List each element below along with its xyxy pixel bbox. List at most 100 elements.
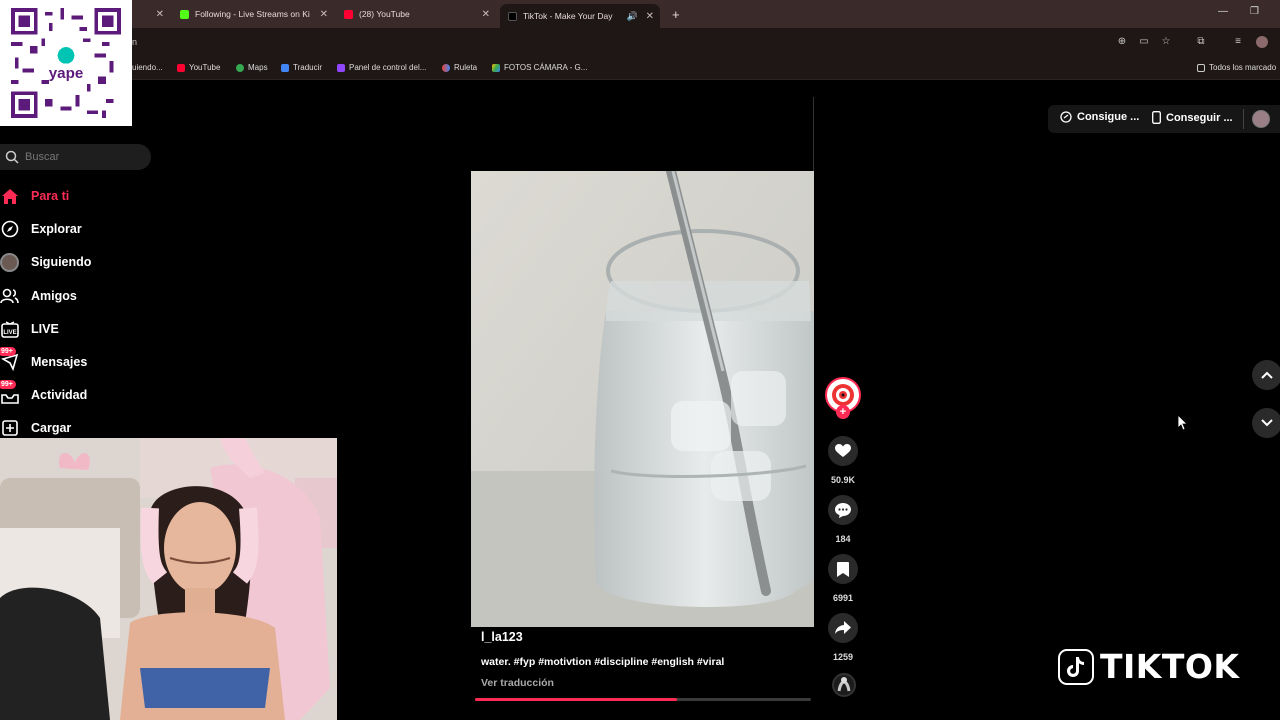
chevron-down-icon [1261,419,1273,427]
bookmark-all[interactable]: Todos los marcado [1197,63,1276,72]
profile-avatar[interactable] [1256,36,1268,48]
close-tab-icon[interactable]: ✕ [320,9,328,20]
bookmark-label: Panel de control del... [349,63,427,72]
speaker-icon[interactable]: 🔊 [627,11,638,22]
sidebar-item-label: Mensajes [31,355,88,369]
bookmark-ruleta[interactable]: Ruleta [442,63,477,72]
sidebar-item-para-ti[interactable]: Para ti [0,185,69,207]
get-app-button[interactable]: Conseguir ... [1152,111,1233,124]
qr-code-icon: yape [11,8,121,118]
get-coins-label: Consigue ... [1077,111,1140,123]
activity-count-badge: 99+ [0,379,16,389]
phone-icon [1152,111,1161,124]
share-count: 1259 [832,652,854,662]
restore-icon[interactable]: ❐ [1250,6,1259,17]
streamer-webcam [0,438,337,720]
kick-favicon-icon [180,9,189,19]
inbox-icon: 99+ [0,379,19,405]
media-controls-icon[interactable]: ≡ [1232,36,1244,48]
twitch-icon [337,63,345,72]
minimize-icon[interactable]: — [1218,6,1228,17]
youtube-icon [177,63,185,72]
tab-youtube[interactable]: (28) YouTube ✕ [336,3,496,25]
next-video-button[interactable] [1252,408,1280,438]
sidebar-item-amigos[interactable]: Amigos [0,285,77,307]
sidebar-item-siguiendo[interactable]: Siguiendo [0,251,91,273]
extensions-icon[interactable]: ⧉ [1195,36,1207,48]
sidebar-item-live[interactable]: LIVE LIVE [0,318,59,340]
comment-button[interactable] [828,495,858,525]
get-coins-button[interactable]: Consigue ... [1060,111,1139,123]
video-progress-bar[interactable] [475,698,811,701]
previous-video-button[interactable] [1252,360,1280,390]
bookmark-icon [837,561,849,577]
video-caption: water. #fyp #motivtion #discipline #engl… [481,656,725,668]
user-avatar[interactable] [1252,110,1270,128]
coin-icon [1060,111,1072,123]
bookmark-translate[interactable]: Traducir [281,63,322,72]
bookmark-maps[interactable]: Maps [236,63,268,72]
new-tab-button[interactable]: + [664,3,684,25]
sidebar-item-label: Siguiendo [31,255,92,269]
bookmark-item[interactable]: uiendo... [132,63,163,72]
search-input[interactable] [25,151,135,163]
message-count-badge: 99+ [0,346,16,356]
like-button[interactable] [828,436,858,466]
video-author[interactable]: l_la123 [481,630,523,644]
tiktok-favicon-icon [508,11,517,21]
folder-icon [1197,63,1205,72]
video-frame-image [471,171,814,627]
music-disc-icon[interactable] [832,671,856,699]
video-progress-fill [475,698,677,701]
divider [1243,109,1244,129]
sidebar-item-label: LIVE [31,322,59,336]
bookmark-drive[interactable]: FOTOS CÁMARA - G... [492,63,587,72]
tiktok-logo-icon [1058,648,1094,685]
bookmark-star-icon[interactable]: ☆ [1160,36,1172,48]
follow-plus-icon[interactable]: + [836,405,850,419]
sidebar-item-label: Actividad [31,388,88,402]
bookmark-label: Todos los marcado [1209,63,1277,72]
bookmark-panel[interactable]: Panel de control del... [337,63,426,72]
zoom-icon[interactable]: ⊕ [1116,36,1128,48]
search-bar[interactable] [0,144,151,170]
address-bar[interactable]: n [0,28,1280,58]
get-app-label: Conseguir ... [1166,111,1233,124]
translate-link[interactable]: Ver traducción [481,677,554,689]
bookmark-label: uiendo... [132,63,163,72]
tab-label: TikTok - Make Your Day [523,11,613,21]
like-count: 50.9K [830,475,856,485]
tab-kick[interactable]: Following - Live Streams on Ki ✕ [172,3,334,25]
search-icon [5,150,19,164]
youtube-favicon-icon [344,9,353,19]
video-player[interactable] [471,171,814,627]
sidebar-item-mensajes[interactable]: 99+ Mensajes [0,346,88,373]
cast-icon[interactable]: ▭ [1138,36,1150,48]
svg-text:LIVE: LIVE [3,330,16,336]
bookmark-youtube[interactable]: YouTube [177,63,220,72]
video-info: l_la123 water. #fyp #motivtion #discipli… [471,627,814,702]
url-text: n [132,37,138,47]
close-tab-icon[interactable]: ✕ [156,9,164,20]
webcam-feed-image [0,438,337,720]
live-icon: LIVE [0,320,19,339]
tab-label: Following - Live Streams on Ki [195,9,310,19]
sidebar-item-cargar[interactable]: Cargar [0,417,71,439]
close-tab-icon[interactable]: ✕ [646,11,654,22]
target-avatar-icon [832,384,854,406]
save-button[interactable] [828,554,858,584]
comment-icon [835,502,851,518]
friends-icon [0,287,19,306]
heart-icon [835,444,851,457]
tab-tiktok[interactable]: TikTok - Make Your Day 🔊 ✕ [500,4,660,28]
comment-count: 184 [835,534,851,544]
messages-icon: 99+ [0,346,19,372]
maps-icon [236,63,244,72]
share-button[interactable] [828,613,858,643]
close-tab-icon[interactable]: ✕ [482,9,490,20]
chevron-up-icon [1261,371,1273,379]
yape-qr-code: yape [0,0,132,126]
save-count: 6991 [832,593,854,603]
sidebar-item-explorar[interactable]: Explorar [0,218,82,240]
sidebar-item-actividad[interactable]: 99+ Actividad [0,379,88,406]
